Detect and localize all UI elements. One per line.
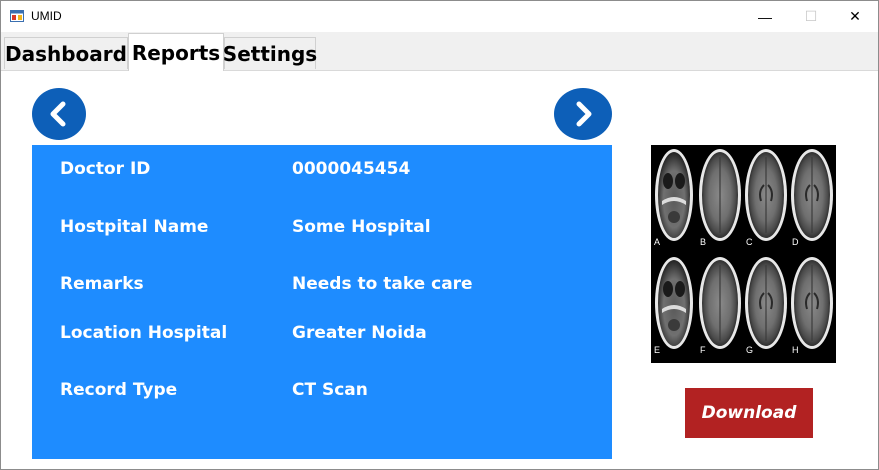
ct-slice-letter: D [792,237,799,247]
hospital-name-label: Hostpital Name [60,217,209,237]
ct-slice-h: H [791,257,833,355]
ct-slice-letter: F [700,345,706,355]
chevron-left-icon [50,101,66,127]
minimize-icon: — [758,8,772,25]
ct-slice-e: E [654,257,693,355]
tab-reports[interactable]: Reports [128,33,224,71]
ct-slice-a: A [654,149,693,247]
ct-slice-letter: C [746,237,753,247]
location-hospital-value: Greater Noida [292,323,427,343]
reports-page: Doctor ID 0000045454 Hostpital Name Some… [1,71,878,469]
record-row-hospital-name: Hostpital Name Some Hospital [32,217,612,243]
app-window: UMID — ☐ ✕ Dashboard Reports Settings Do… [0,0,879,470]
record-row-doctor-id: Doctor ID 0000045454 [32,159,612,185]
title-bar: UMID — ☐ ✕ [1,1,878,32]
tab-settings[interactable]: Settings [223,37,317,69]
ct-slice-letter: H [792,345,799,355]
maximize-button[interactable]: ☐ [788,1,834,32]
doctor-id-label: Doctor ID [60,159,151,179]
previous-record-button[interactable] [32,88,86,140]
ct-slice-letter: E [654,345,660,355]
doctor-id-value: 0000045454 [292,159,411,179]
ct-slice-g: G [745,257,787,355]
tab-dashboard[interactable]: Dashboard [4,37,128,69]
ct-slice-d: D [791,149,833,247]
ct-slice-c: C [745,149,787,247]
ct-scan-image: A B C D E F G H [651,145,836,363]
tab-strip: Dashboard Reports Settings [1,32,878,71]
record-details-panel: Doctor ID 0000045454 Hostpital Name Some… [32,145,612,459]
next-record-button[interactable] [554,88,612,140]
hospital-name-value: Some Hospital [292,217,431,237]
record-type-label: Record Type [60,380,178,400]
location-hospital-label: Location Hospital [60,323,228,343]
download-button[interactable]: Download [685,388,813,438]
record-type-value: CT Scan [292,380,368,400]
window-title: UMID [31,9,62,23]
record-row-remarks: Remarks Needs to take care [32,274,612,300]
record-row-location-hospital: Location Hospital Greater Noida [32,323,612,349]
ct-slice-letter: A [654,237,660,247]
close-icon: ✕ [849,8,861,24]
chevron-right-icon [576,101,592,127]
ct-slice-f: F [699,257,741,355]
minimize-button[interactable]: — [742,1,788,32]
app-window-icon [10,10,24,22]
maximize-icon: ☐ [804,8,818,24]
remarks-label: Remarks [60,274,144,294]
ct-slice-letter: B [700,237,706,247]
close-button[interactable]: ✕ [832,1,878,32]
remarks-value: Needs to take care [292,274,473,294]
ct-scan-grid: A B C D E F G H [654,149,833,355]
ct-slice-letter: G [746,345,753,355]
ct-slice-b: B [699,149,741,247]
record-row-record-type: Record Type CT Scan [32,380,612,406]
